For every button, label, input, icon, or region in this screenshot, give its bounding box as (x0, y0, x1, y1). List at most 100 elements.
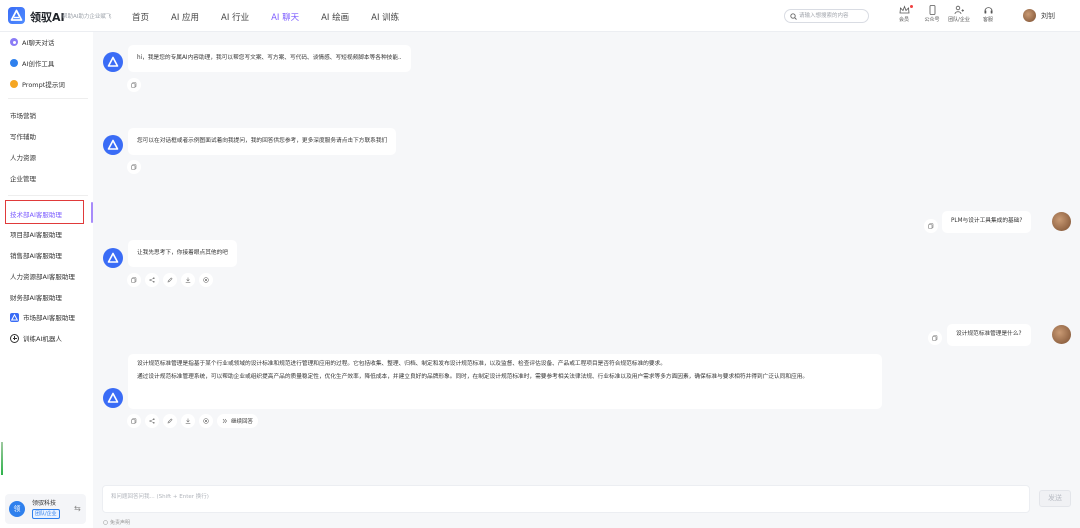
main-nav: 首页 AI 应用 AI 行业 AI 聊天 AI 绘画 AI 训练 (132, 11, 421, 23)
disclaimer-label: 免责声明 (110, 520, 131, 526)
message-actions (127, 273, 213, 287)
sidebar-item-tech-assistant[interactable]: 技术部AI客服助理 (10, 209, 62, 219)
org-name: 领驭科技 (32, 500, 57, 507)
sidebar-item-prompt[interactable]: Prompt提示词 (10, 79, 65, 89)
bot-message: 让我先思考下，你接着眼点其他的吧 (128, 240, 237, 267)
nav-home[interactable]: 首页 (132, 11, 149, 23)
copy-icon[interactable] (127, 414, 141, 428)
sidebar-divider (8, 195, 88, 196)
bot-avatar (103, 52, 123, 72)
brand-slogan: 帮助AI助力企业赋飞 (62, 14, 112, 20)
nav-ai-painting[interactable]: AI 绘画 (321, 11, 349, 23)
copy-icon[interactable] (928, 331, 942, 345)
message-actions (127, 160, 141, 174)
phone-icon (929, 5, 935, 15)
sidebar-item-sales-assistant[interactable]: 销售部AI客服助理 (10, 250, 62, 260)
bot-avatar (103, 248, 123, 268)
chat-area: hi，我是您的专属AI内容助理，我可以帮您写文案、写方案、写代码、谈情感、写短视… (93, 32, 1080, 528)
org-switcher[interactable]: 领 领驭科技 团队/企业 ⇆ (5, 494, 86, 524)
bot-avatar (103, 388, 123, 408)
share-icon[interactable] (145, 414, 159, 428)
edit-icon[interactable] (163, 273, 177, 287)
search-icon (790, 13, 797, 20)
nav-ai-apps[interactable]: AI 应用 (171, 11, 199, 23)
wechat-button[interactable]: 公众号 (918, 5, 946, 27)
sidebar: AI聊天对话 AI创作工具 Prompt提示词 市场营销 写作辅助 人力资源 企… (0, 32, 93, 528)
logo-icon (10, 312, 19, 322)
top-bar: 领驭AI 帮助AI助力企业赋飞 首页 AI 应用 AI 行业 AI 聊天 AI … (0, 0, 1080, 32)
copy-icon[interactable] (127, 273, 141, 287)
message-text: hi，我是您的专属AI内容助理，我可以帮您写文案、写方案、写代码、谈情感、写短视… (137, 55, 402, 61)
logo-icon[interactable] (8, 7, 25, 24)
sidebar-item-marketing[interactable]: 市场营销 (10, 110, 36, 120)
support-button[interactable]: 客服 (974, 5, 1002, 27)
support-label: 客服 (982, 17, 993, 23)
sidebar-item-ai-chat[interactable]: AI聊天对话 (10, 37, 54, 47)
sidebar-item-label: 训练AI机器人 (23, 335, 62, 343)
vip-button[interactable]: 会员 (890, 5, 918, 27)
bot-message: 设计规范标准管理是指基于某个行业或领域的设计标准和规范进行管理和应用的过程。它包… (128, 354, 882, 409)
send-button[interactable]: 发送 (1039, 490, 1071, 507)
scroll-indicator (1, 442, 3, 475)
message-actions: 继续回答 (127, 414, 259, 428)
user-avatar[interactable] (1023, 9, 1036, 22)
stop-icon[interactable] (199, 273, 213, 287)
message-text: 您可以在对话框或者示例图面试着向我提问，我的回答供您参考，更多深度服务请点击下方… (137, 138, 388, 144)
search-box[interactable] (784, 9, 869, 23)
search-input[interactable] (799, 11, 867, 21)
org-tag: 团队/企业 (32, 509, 60, 519)
message-input-box[interactable] (102, 485, 1030, 513)
message-paragraph: 设计规范标准管理是指基于某个行业或领域的设计标准和规范进行管理和应用的过程。它包… (137, 361, 666, 367)
copy-icon[interactable] (924, 219, 938, 233)
nav-ai-chat[interactable]: AI 聊天 (271, 11, 299, 23)
copy-icon[interactable] (127, 160, 141, 174)
edit-icon[interactable] (163, 414, 177, 428)
team-button[interactable]: 团队/企业 (945, 5, 973, 27)
nav-ai-training[interactable]: AI 训练 (371, 11, 399, 23)
sidebar-item-market-assistant[interactable]: 市场部AI客服助理 (10, 312, 75, 322)
sidebar-item-hr[interactable]: 人力资源 (10, 152, 36, 162)
sidebar-item-label: AI创作工具 (22, 60, 55, 68)
swap-icon[interactable]: ⇆ (74, 504, 81, 513)
crown-icon (899, 5, 909, 14)
user-name[interactable]: 刘钊 (1041, 11, 1055, 21)
headset-icon (984, 7, 992, 14)
chat-icon (10, 38, 18, 46)
download-icon[interactable] (181, 414, 195, 428)
message-text: PLM与设计工具集成的基础? (951, 218, 1023, 224)
plus-icon (10, 333, 19, 343)
message-text: 设计规范标准管理是什么? (956, 331, 1022, 337)
share-icon[interactable] (145, 273, 159, 287)
continue-answer-button[interactable]: 继续回答 (217, 414, 259, 428)
message-input[interactable] (111, 492, 1011, 506)
stop-icon[interactable] (199, 414, 213, 428)
user-message: 设计规范标准管理是什么? (947, 324, 1031, 346)
sidebar-item-finance-assistant[interactable]: 财务部AI客服助理 (10, 292, 62, 302)
info-icon (103, 520, 108, 525)
user-message: PLM与设计工具集成的基础? (942, 211, 1032, 233)
disclaimer-link[interactable]: 免责声明 (103, 519, 130, 526)
wechat-label: 公众号 (924, 17, 940, 23)
nav-ai-industry[interactable]: AI 行业 (221, 11, 249, 23)
download-icon[interactable] (181, 273, 195, 287)
sidebar-item-label: AI聊天对话 (22, 39, 55, 47)
sidebar-item-ai-create[interactable]: AI创作工具 (10, 58, 54, 68)
continue-label: 继续回答 (231, 419, 254, 425)
sidebar-item-project-assistant[interactable]: 项目部AI客服助理 (10, 229, 62, 239)
sidebar-item-management[interactable]: 企业管理 (10, 173, 36, 183)
org-avatar: 领 (9, 501, 25, 517)
sidebar-item-train-robot[interactable]: 训练AI机器人 (10, 333, 62, 343)
sidebar-item-hr-assistant[interactable]: 人力资源部AI客服助理 (10, 271, 75, 281)
message-paragraph: 通过设计规范标准管理系统，可以帮助企业或组织提高产品的质量稳定性，优化生产效率，… (137, 374, 809, 380)
vip-label: 会员 (898, 17, 909, 23)
sidebar-item-writing[interactable]: 写作辅助 (10, 131, 36, 141)
bot-avatar (103, 135, 123, 155)
bot-message: 您可以在对话框或者示例图面试着向我提问，我的回答供您参考，更多深度服务请点击下方… (128, 128, 397, 155)
brand-name[interactable]: 领驭AI (30, 9, 65, 25)
bot-message: hi，我是您的专属AI内容助理，我可以帮您写文案、写方案、写代码、谈情感、写短视… (128, 45, 411, 72)
prompt-icon (10, 80, 18, 88)
team-icon (954, 5, 964, 15)
message-actions (127, 78, 141, 92)
copy-icon[interactable] (127, 78, 141, 92)
message-text: 让我先思考下，你接着眼点其他的吧 (137, 250, 228, 256)
